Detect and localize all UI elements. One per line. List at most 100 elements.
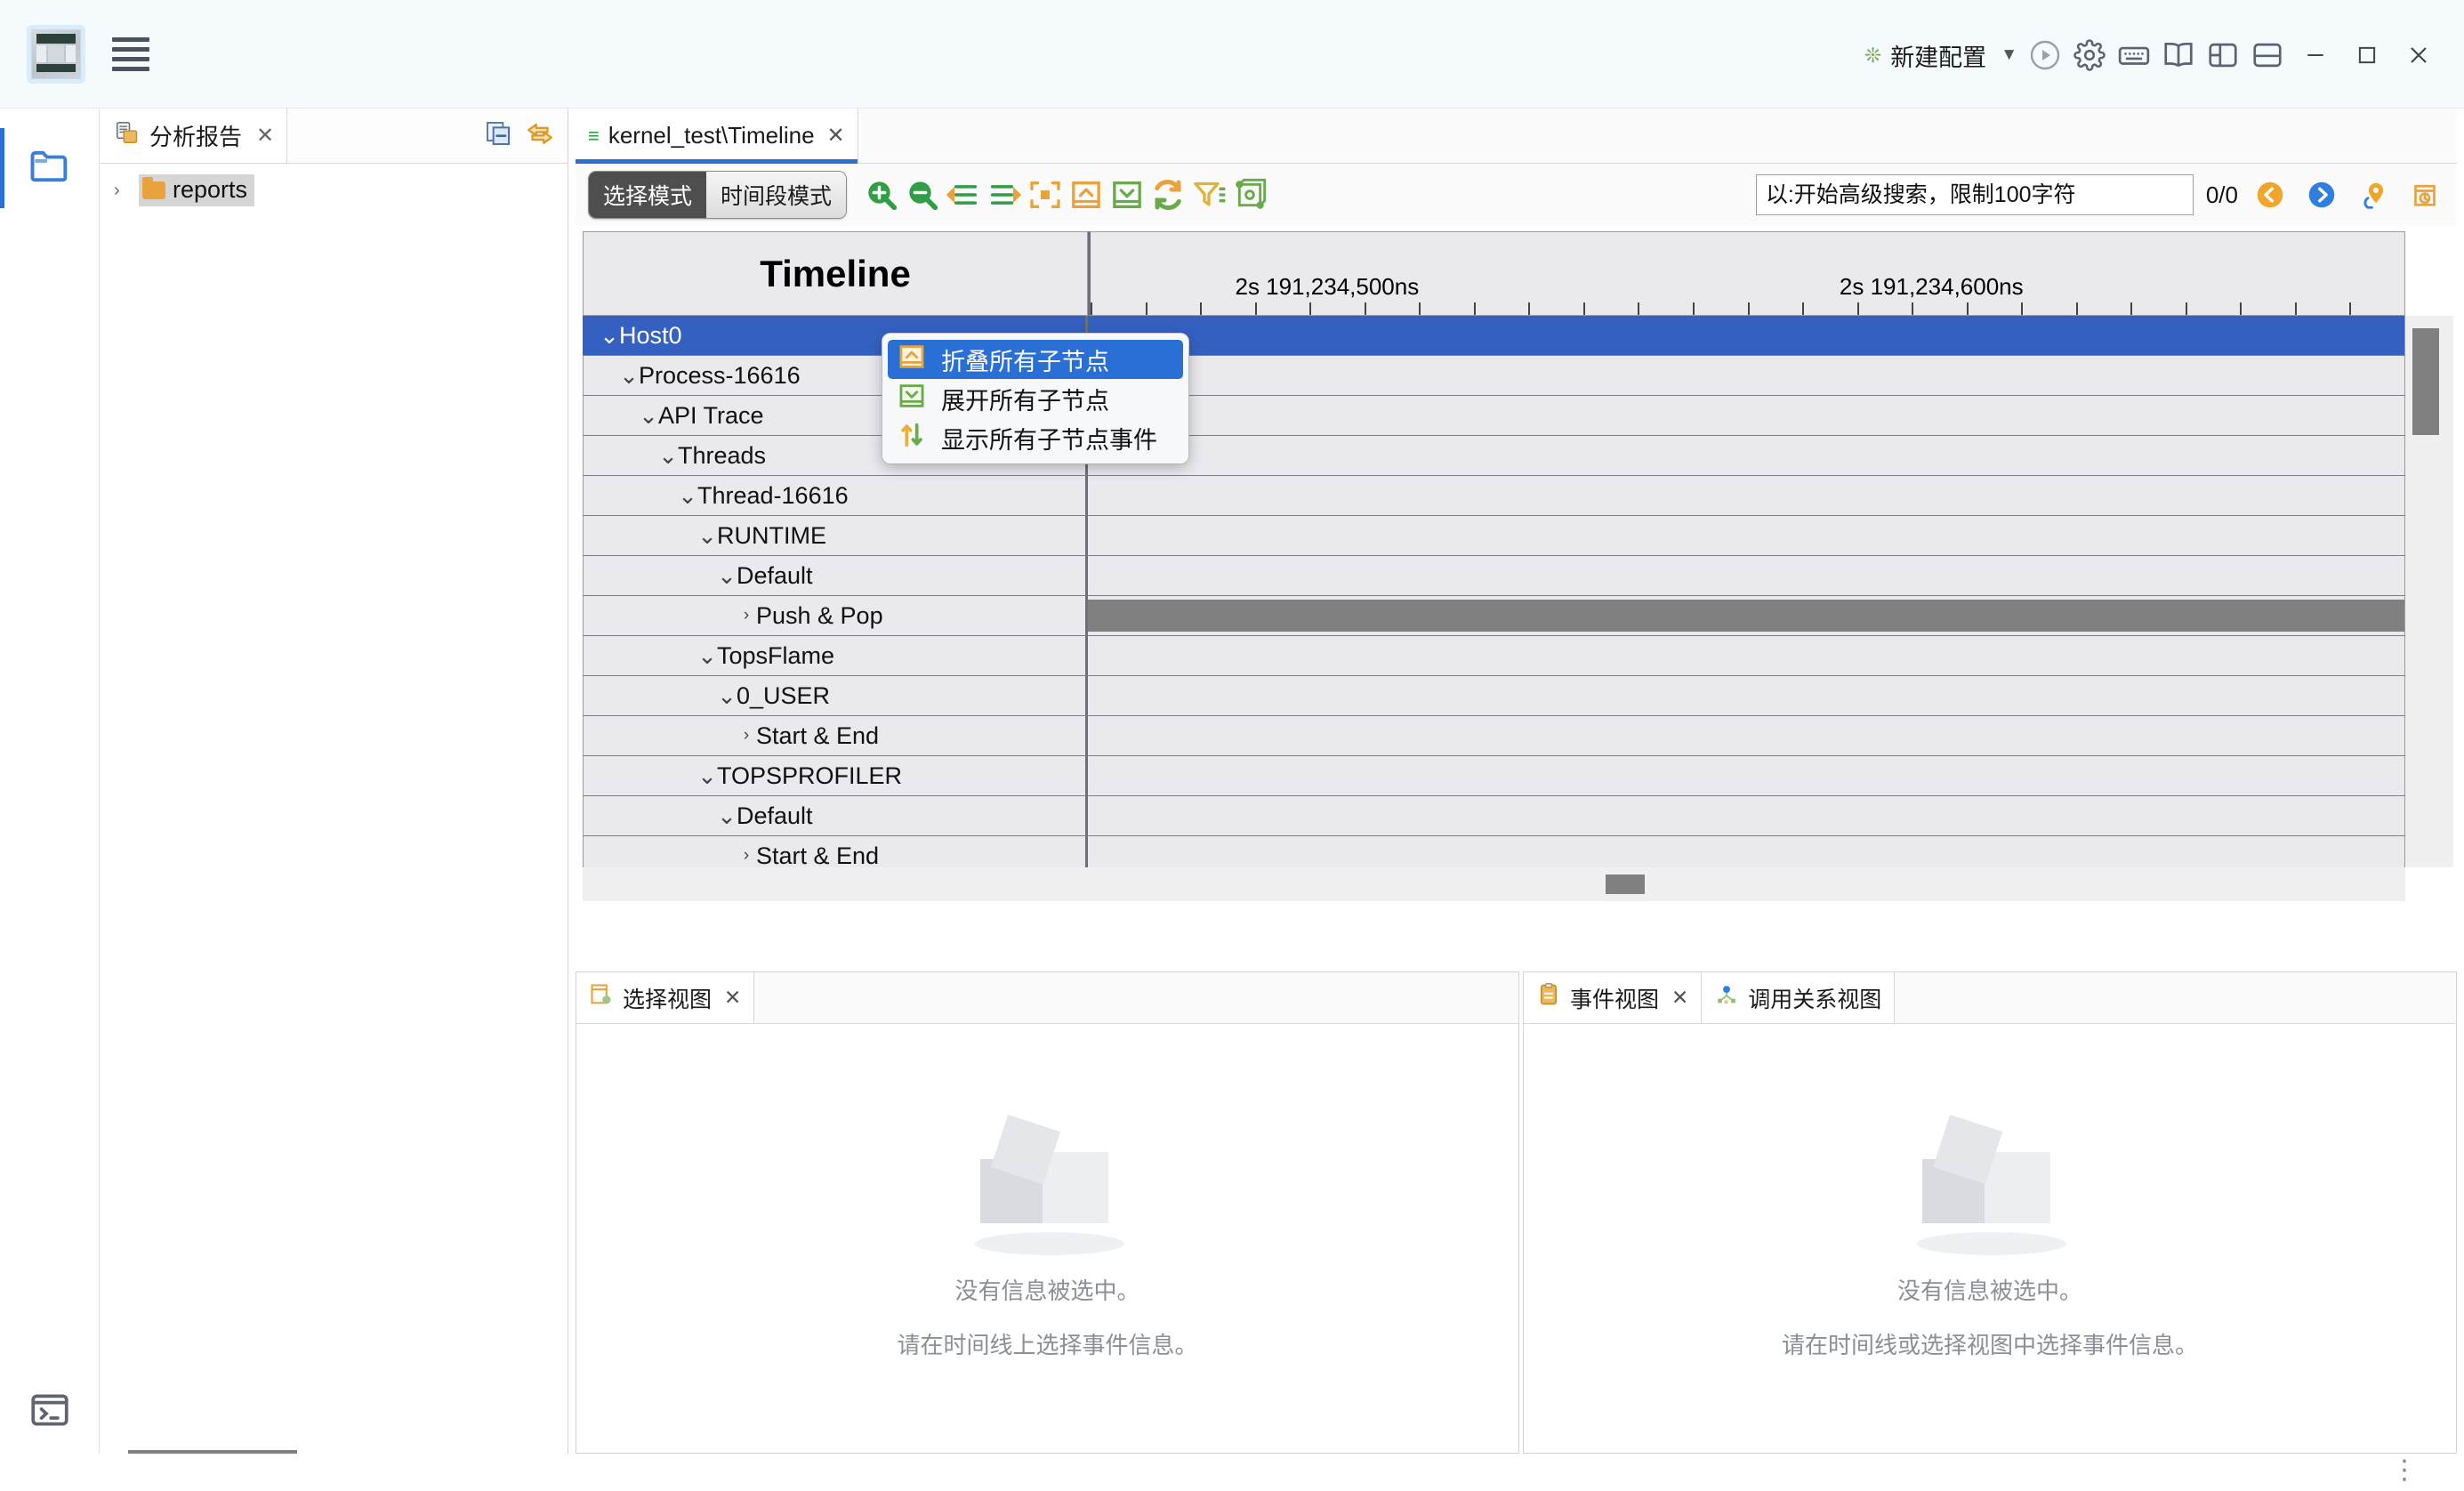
chevron-down-icon[interactable]: ⌄: [697, 644, 717, 667]
timeline-row-track[interactable]: [1088, 716, 2405, 755]
timeline-row-name[interactable]: › Start & End: [583, 716, 1088, 755]
timeline-row-name[interactable]: ⌄ TOPSPROFILER: [583, 756, 1088, 795]
timeline-vertical-scrollbar[interactable]: [2405, 316, 2453, 867]
mode-select-button[interactable]: 选择模式: [589, 172, 707, 218]
chevron-down-icon[interactable]: ⌄: [697, 764, 717, 787]
timeline-ruler[interactable]: 2s 191,234,500ns 2s 191,234,600ns: [1088, 231, 2405, 316]
collapse-all-icon[interactable]: [1066, 174, 1107, 215]
chevron-down-icon[interactable]: ⌄: [600, 324, 619, 347]
timeline-row-track[interactable]: [1088, 796, 2405, 835]
sidebar-item-terminal[interactable]: [0, 1372, 100, 1452]
timeline-row-track[interactable]: [1088, 476, 2405, 515]
timeline-row-name[interactable]: ⌄ Thread-16616: [583, 476, 1088, 515]
timeline-row-name[interactable]: ⌄ Default: [583, 556, 1088, 595]
timeline-row-name[interactable]: › Start & End: [583, 836, 1088, 867]
timeline-row-name[interactable]: ⌄ Default: [583, 796, 1088, 835]
fit-selection-icon[interactable]: [1025, 174, 1066, 215]
next-match-icon[interactable]: [2302, 175, 2341, 214]
collapse-all-icon[interactable]: [484, 119, 512, 152]
scrollbar-thumb[interactable]: [2412, 328, 2439, 435]
timeline-row[interactable]: ⌄ Process-16616: [583, 356, 2405, 396]
scrollbar-thumb[interactable]: [1606, 874, 1645, 894]
timeline-row-track[interactable]: [1088, 356, 2405, 395]
timeline-row-track[interactable]: [1088, 636, 2405, 675]
chevron-down-icon[interactable]: ⌄: [658, 444, 678, 467]
timeline-row-track[interactable]: [1088, 316, 2405, 355]
timeline-row-name[interactable]: ⌄ TopsFlame: [583, 636, 1088, 675]
timeline-row-track[interactable]: [1088, 596, 2405, 635]
close-icon[interactable]: ✕: [827, 123, 845, 149]
timeline-row[interactable]: › Start & End: [583, 836, 2405, 867]
timeline-row[interactable]: › Push & Pop: [583, 596, 2405, 636]
search-input[interactable]: [1755, 174, 2194, 215]
time-range-icon[interactable]: [2405, 175, 2444, 214]
close-icon[interactable]: [2393, 33, 2444, 77]
link-editor-icon[interactable]: [525, 118, 555, 153]
mode-range-button[interactable]: 时间段模式: [706, 172, 847, 218]
tab-selection-view[interactable]: 选择视图 ✕: [576, 972, 755, 1023]
refresh-icon[interactable]: [1147, 174, 1188, 215]
timeline-row-track[interactable]: [1088, 756, 2405, 795]
tab-event-view[interactable]: 事件视图 ✕: [1524, 972, 1703, 1023]
chevron-down-icon[interactable]: ⌄: [619, 364, 639, 387]
timeline-row[interactable]: ⌄ RUNTIME: [583, 516, 2405, 556]
run-icon[interactable]: [2023, 33, 2067, 77]
settings-grid-icon[interactable]: [1229, 174, 1270, 215]
chevron-right-icon[interactable]: ›: [114, 181, 139, 201]
menu-item-collapse-all[interactable]: 折叠所有子节点: [888, 340, 1183, 379]
chevron-right-icon[interactable]: ›: [737, 606, 756, 625]
close-icon[interactable]: ✕: [724, 986, 741, 1010]
chevron-right-icon[interactable]: ›: [737, 846, 756, 866]
timeline-row[interactable]: ⌄ TOPSPROFILER: [583, 756, 2405, 796]
chevron-down-icon[interactable]: ⌄: [639, 404, 658, 427]
book-icon[interactable]: [2156, 33, 2201, 77]
timeline-row-track[interactable]: [1088, 396, 2405, 435]
timeline-event-bar[interactable]: [1088, 600, 2404, 632]
hamburger-menu-icon[interactable]: [112, 36, 149, 73]
close-icon[interactable]: ✕: [256, 123, 274, 149]
timeline-row-name[interactable]: ⌄ RUNTIME: [583, 516, 1088, 555]
timeline-row-name[interactable]: ⌄ 0_USER: [583, 676, 1088, 715]
timeline-row[interactable]: ⌄ TopsFlame: [583, 636, 2405, 676]
timeline-row[interactable]: ⌄ API Trace: [583, 396, 2405, 436]
prev-match-icon[interactable]: [2251, 175, 2290, 214]
maximize-icon[interactable]: [2341, 33, 2393, 77]
chevron-down-icon[interactable]: ⌄: [678, 484, 697, 507]
chevron-down-icon[interactable]: ⌄: [717, 564, 737, 587]
close-icon[interactable]: ✕: [1671, 986, 1688, 1010]
timeline-row-track[interactable]: [1088, 836, 2405, 867]
run-config-selector[interactable]: ❊ 新建配置 ▼: [1864, 38, 2023, 73]
timeline-row[interactable]: ⌄ 0_USER: [583, 676, 2405, 716]
align-right-icon[interactable]: [984, 174, 1025, 215]
gear-icon[interactable]: [2067, 33, 2112, 77]
tab-analysis-report[interactable]: 分析报告 ✕: [100, 109, 288, 163]
layout-left-icon[interactable]: [2201, 33, 2245, 77]
chevron-right-icon[interactable]: ›: [737, 726, 756, 746]
timeline-row-track[interactable]: [1088, 676, 2405, 715]
timeline-row-track[interactable]: [1088, 436, 2405, 475]
zoom-in-icon[interactable]: [861, 174, 902, 215]
tab-call-graph-view[interactable]: 调用关系视图: [1702, 972, 1896, 1023]
zoom-out-icon[interactable]: [902, 174, 943, 215]
menu-item-show-all-events[interactable]: 显示所有子节点事件: [888, 418, 1183, 457]
timeline-horizontal-scrollbar[interactable]: [583, 867, 2405, 901]
timeline-row-track[interactable]: [1088, 556, 2405, 595]
layout-bottom-icon[interactable]: [2245, 33, 2290, 77]
menu-item-expand-all[interactable]: 展开所有子节点: [888, 379, 1183, 418]
timeline-row[interactable]: › Start & End: [583, 716, 2405, 756]
keyboard-icon[interactable]: [2112, 33, 2156, 77]
locate-icon[interactable]: [2354, 175, 2393, 214]
timeline-row-name[interactable]: › Push & Pop: [583, 596, 1088, 635]
timeline-row[interactable]: ⌄ Host0: [583, 316, 2405, 356]
chevron-down-icon[interactable]: ⌄: [717, 804, 737, 827]
timeline-row[interactable]: ⌄ Threads: [583, 436, 2405, 476]
timeline-row[interactable]: ⌄ Default: [583, 556, 2405, 596]
list-item[interactable]: › reports: [100, 171, 568, 210]
filter-icon[interactable]: [1188, 174, 1229, 215]
chevron-down-icon[interactable]: ⌄: [697, 524, 717, 547]
expand-all-icon[interactable]: [1107, 174, 1147, 215]
timeline-row[interactable]: ⌄ Thread-16616: [583, 476, 2405, 516]
sidebar-item-explorer[interactable]: [0, 128, 100, 208]
timeline-row[interactable]: ⌄ Default: [583, 796, 2405, 836]
tab-kernel-test-timeline[interactable]: ≡ kernel_test\Timeline ✕: [576, 109, 858, 164]
